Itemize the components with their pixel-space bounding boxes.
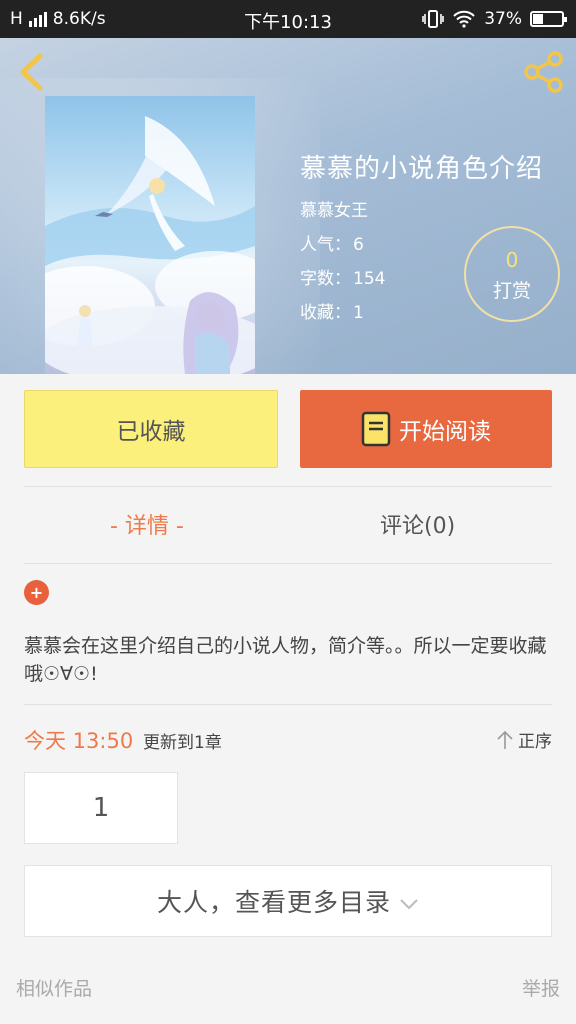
chapter-item[interactable]: 1 [24, 772, 178, 844]
back-arrow-icon[interactable] [14, 52, 48, 92]
word-count-value: 154 [353, 269, 386, 289]
sort-order-label: 正序 [518, 732, 552, 752]
book-cover-image[interactable] [45, 96, 255, 374]
more-catalog-label: 大人，查看更多目录 [156, 888, 391, 917]
divider [24, 486, 552, 487]
word-count-stat: 字数： 154 [300, 264, 385, 289]
popularity-value: 6 [353, 235, 364, 255]
vibrate-icon [422, 10, 445, 28]
up-arrow-icon [497, 730, 513, 749]
word-count-label: 字数： [300, 269, 351, 289]
book-author[interactable]: 慕慕女王 [300, 196, 368, 221]
more-catalog-button[interactable]: 大人，查看更多目录 [24, 865, 552, 937]
similar-works-label: 相似作品 [16, 978, 93, 1000]
divider [24, 704, 552, 705]
report-link[interactable]: 举报 [522, 974, 560, 1001]
tab-comments[interactable]: 评论(0) [380, 508, 455, 540]
favorites-value: 1 [353, 303, 364, 323]
favorited-button[interactable]: 已收藏 [24, 390, 278, 468]
sort-order-button[interactable]: 正序 [496, 727, 552, 752]
battery-icon [530, 11, 567, 27]
book-description: 慕慕会在这里介绍自己的小说人物，简介等。。所以一定要收藏哦☉∀☉! [24, 635, 547, 685]
wifi-icon [453, 10, 475, 28]
book-header: 慕慕的小说角色介绍 慕慕女王 人气： 6 字数： 154 收藏： 1 0 打赏 [0, 38, 576, 374]
reward-count: 0 [505, 248, 519, 272]
share-icon[interactable] [522, 50, 566, 94]
expand-plus-icon[interactable]: + [24, 580, 49, 605]
favorites-stat: 收藏： 1 [300, 298, 364, 323]
battery-percent: 37% [484, 9, 522, 29]
chevron-down-icon [400, 899, 418, 910]
tab-details[interactable]: - 详情 - [110, 508, 184, 540]
divider [24, 563, 552, 564]
status-bar: H 8.6K/s 下午10:13 37% [0, 0, 576, 38]
update-time: 今天 13:50 [24, 729, 134, 753]
reward-label: 打赏 [492, 280, 531, 302]
start-reading-label: 开始阅读 [399, 419, 491, 445]
update-chapter-text: 更新到1章 [143, 733, 222, 753]
book-icon [361, 411, 391, 447]
favorites-label: 收藏： [300, 303, 351, 323]
popularity-stat: 人气： 6 [300, 230, 364, 255]
book-title: 慕慕的小说角色介绍 [300, 154, 544, 184]
reward-button[interactable]: 0 打赏 [464, 226, 560, 322]
popularity-label: 人气： [300, 235, 351, 255]
start-reading-button[interactable]: 开始阅读 [300, 390, 552, 468]
